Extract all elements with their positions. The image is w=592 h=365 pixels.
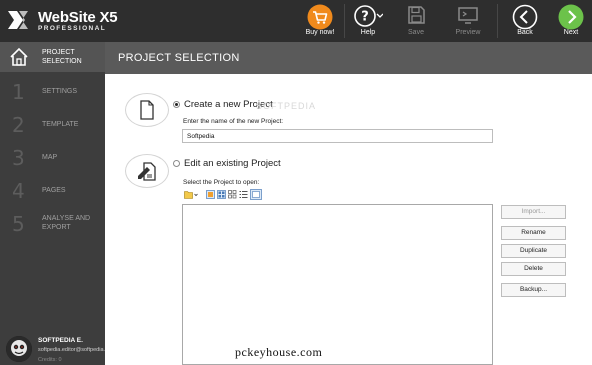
- existing-projects-list[interactable]: [182, 204, 493, 365]
- home-icon: [10, 47, 28, 66]
- app-title: WebSite X5: [38, 9, 118, 26]
- sidebar-item-label: TEMPLATE: [42, 121, 79, 128]
- project-selection-panel: Create a new Project SOFTPEDIA Enter the…: [105, 74, 592, 365]
- small-icons-view-icon[interactable]: [217, 190, 226, 199]
- new-document-icon: [140, 100, 154, 120]
- user-email: softpedia.editor@softpedia.co...: [38, 347, 116, 353]
- user-credits: Credits: 0: [38, 357, 62, 363]
- edit-existing-label: Edit an existing Project: [184, 158, 281, 169]
- avatar-face-icon: [6, 336, 32, 362]
- step-number: 5: [12, 212, 25, 236]
- details-view-icon[interactable]: [250, 189, 262, 200]
- avatar: [6, 336, 32, 362]
- edit-document-icon: [138, 162, 156, 181]
- help-icon: ?: [354, 5, 383, 27]
- page-header: PROJECT SELECTION: [105, 42, 592, 74]
- page-title: PROJECT SELECTION: [118, 52, 240, 64]
- tiles-view-icon[interactable]: [228, 190, 237, 199]
- sidebar-item-label: EXPORT: [42, 224, 71, 231]
- list-view-icon[interactable]: [239, 190, 248, 199]
- sidebar-item-analyse-export[interactable]: 5 ANALYSE AND EXPORT: [0, 208, 105, 241]
- step-number: 1: [12, 80, 25, 104]
- toolbar-divider: [497, 4, 498, 38]
- sidebar-item-label: PROJECT: [42, 49, 75, 56]
- backup-button[interactable]: Backup...: [501, 283, 566, 297]
- sidebar-item-label: PAGES: [42, 187, 66, 194]
- user-account[interactable]: SOFTPEDIA E. softpedia.editor@softpedia.…: [0, 330, 115, 365]
- websitex5-logo-icon: [8, 11, 28, 29]
- back-button[interactable]: Back: [507, 0, 543, 42]
- app-logo: WebSite X5 PROFESSIONAL: [6, 8, 126, 34]
- preview-label: Preview: [455, 29, 481, 36]
- delete-button[interactable]: Delete: [501, 262, 566, 276]
- rename-button[interactable]: Rename: [501, 226, 566, 240]
- sidebar-item-map[interactable]: 3 MAP: [0, 142, 105, 175]
- help-button[interactable]: ? Help: [349, 0, 387, 42]
- edit-existing-radio[interactable]: [173, 160, 180, 167]
- watermark-text: pckeyhouse.com: [235, 345, 323, 359]
- svg-text:?: ?: [361, 10, 369, 25]
- sidebar-item-label: SETTINGS: [42, 88, 78, 95]
- new-project-name-label: Enter the name of the new Project:: [183, 118, 284, 125]
- next-arrow-icon: [558, 4, 584, 30]
- sidebar-item-label: ANALYSE AND: [42, 215, 91, 222]
- step-number: 3: [12, 146, 25, 170]
- preview-button[interactable]: Preview: [450, 0, 486, 42]
- step-number: 2: [12, 113, 25, 137]
- sidebar-item-pages[interactable]: 4 PAGES: [0, 175, 105, 208]
- large-icons-view-icon[interactable]: [206, 190, 215, 199]
- sidebar-item-settings[interactable]: 1 SETTINGS: [0, 76, 105, 109]
- save-label: Save: [408, 29, 424, 36]
- new-project-name-input[interactable]: [182, 129, 493, 143]
- next-button[interactable]: Next: [553, 0, 589, 42]
- help-label: Help: [360, 29, 376, 36]
- sidebar-item-label: MAP: [42, 154, 58, 161]
- shopping-cart-icon: [307, 4, 333, 30]
- project-view-toolbar: [182, 189, 282, 201]
- duplicate-button[interactable]: Duplicate: [501, 244, 566, 258]
- save-button[interactable]: Save: [398, 0, 434, 42]
- sidebar-item-label: SELECTION: [42, 58, 82, 65]
- sidebar-item-project-selection[interactable]: PROJECT SELECTION: [0, 42, 105, 72]
- app-edition: PROFESSIONAL: [38, 25, 107, 32]
- import-button[interactable]: Import...: [501, 205, 566, 219]
- top-toolbar: WebSite X5 PROFESSIONAL Buy now! ? Help …: [0, 0, 592, 42]
- buy-now-label: Buy now!: [305, 29, 335, 36]
- step-number: 4: [12, 179, 25, 203]
- create-new-radio[interactable]: [173, 101, 180, 108]
- ghost-watermark: SOFTPEDIA: [256, 101, 317, 111]
- save-disk-icon: [408, 6, 425, 24]
- user-name: SOFTPEDIA E.: [38, 337, 83, 344]
- preview-monitor-icon: [458, 7, 478, 24]
- open-folder-dropdown-icon[interactable]: [184, 190, 198, 199]
- buy-now-button[interactable]: Buy now!: [300, 0, 340, 42]
- wizard-sidebar: PROJECT SELECTION 1 SETTINGS 2 TEMPLATE …: [0, 42, 105, 365]
- sidebar-item-template[interactable]: 2 TEMPLATE: [0, 109, 105, 142]
- new-document-icon-frame: [125, 93, 169, 127]
- back-arrow-icon: [512, 4, 538, 30]
- select-project-label: Select the Project to open:: [183, 179, 260, 186]
- next-label: Next: [563, 29, 579, 36]
- back-label: Back: [517, 29, 533, 36]
- edit-document-icon-frame: [125, 154, 169, 188]
- toolbar-divider: [344, 4, 345, 38]
